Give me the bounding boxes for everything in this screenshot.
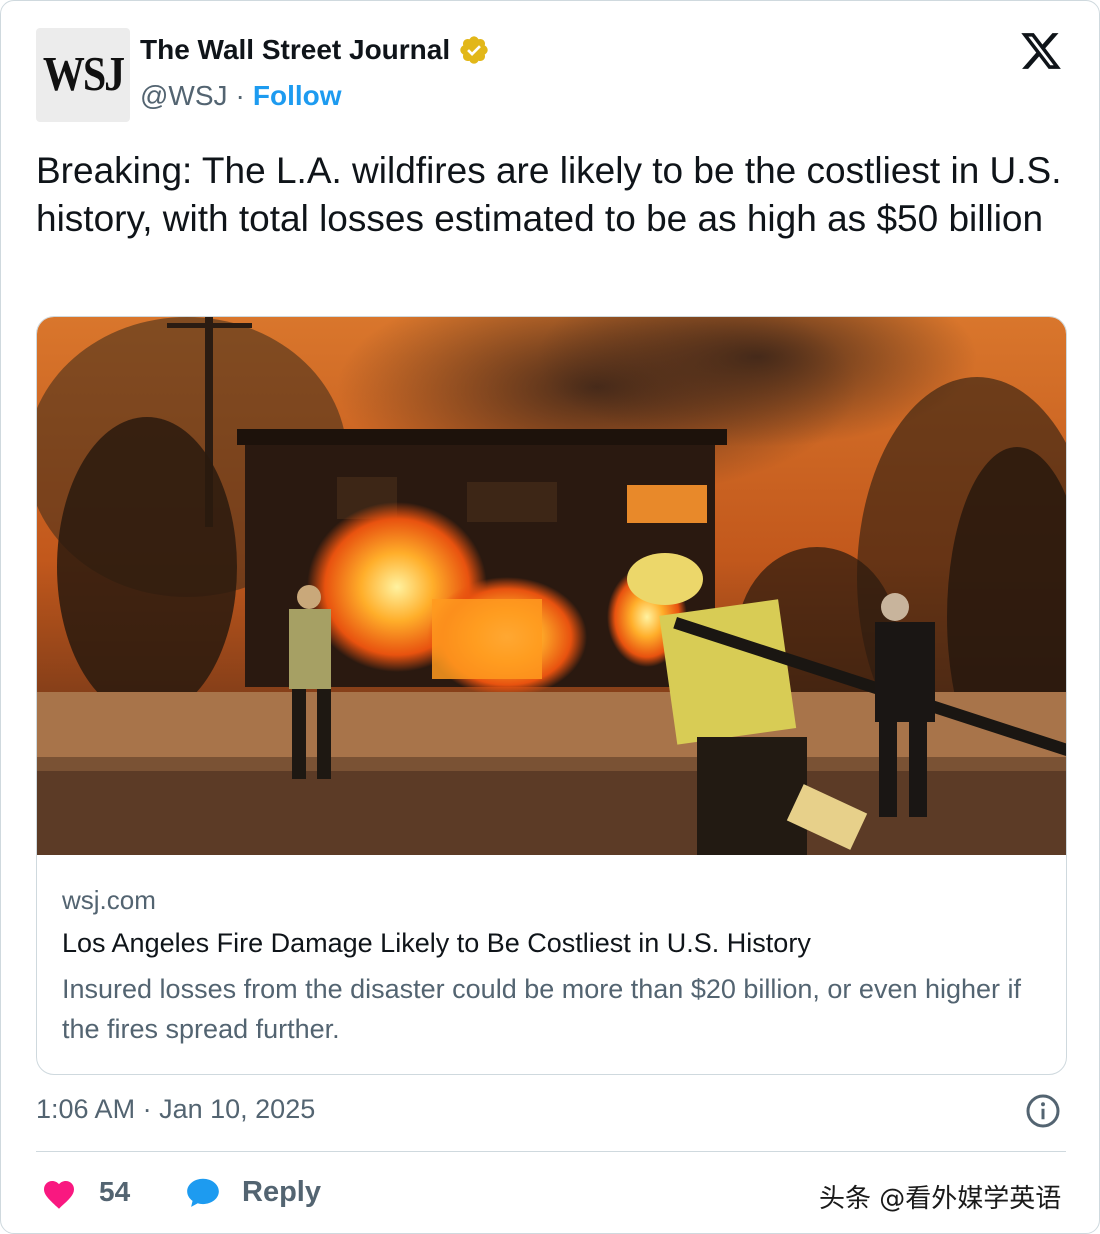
avatar[interactable]: WSJ	[36, 28, 130, 122]
author-handle-row: @WSJ · Follow	[140, 80, 342, 112]
author-handle[interactable]: @WSJ	[140, 80, 228, 112]
reply-button[interactable]: Reply	[242, 1176, 321, 1209]
follow-button[interactable]: Follow	[253, 80, 342, 112]
timestamp[interactable]: 1:06 AM · Jan 10, 2025	[36, 1094, 315, 1125]
author-name-row: The Wall Street Journal	[140, 34, 490, 66]
tweet-text: Breaking: The L.A. wildfires are likely …	[36, 150, 1062, 239]
author-name[interactable]: The Wall Street Journal	[140, 34, 450, 66]
link-domain: wsj.com	[62, 885, 156, 915]
separator-dot: ·	[142, 1094, 152, 1124]
post-date: Jan 10, 2025	[159, 1094, 316, 1124]
link-description: Insured losses from the disaster could b…	[62, 974, 1022, 1044]
verified-badge-icon	[460, 36, 488, 64]
post-time: 1:06 AM	[36, 1094, 136, 1124]
info-icon[interactable]	[1025, 1093, 1061, 1129]
avatar-logo: WSJ	[42, 48, 125, 102]
like-count[interactable]: 54	[99, 1176, 130, 1208]
reply-bubble-icon[interactable]	[184, 1174, 222, 1212]
link-headline[interactable]: Los Angeles Fire Damage Likely to Be Cos…	[62, 928, 811, 959]
tweet-card: WSJ The Wall Street Journal @WSJ · Follo…	[0, 0, 1100, 1234]
separator-dot: ·	[235, 80, 245, 111]
x-logo-icon[interactable]	[1018, 29, 1064, 73]
wildfire-photo	[37, 317, 1066, 855]
watermark: 头条 @看外媒学英语	[819, 1184, 1062, 1214]
divider	[36, 1151, 1066, 1152]
link-preview-card[interactable]: wsj.com Los Angeles Fire Damage Likely t…	[36, 316, 1067, 1075]
heart-icon[interactable]	[41, 1176, 77, 1210]
